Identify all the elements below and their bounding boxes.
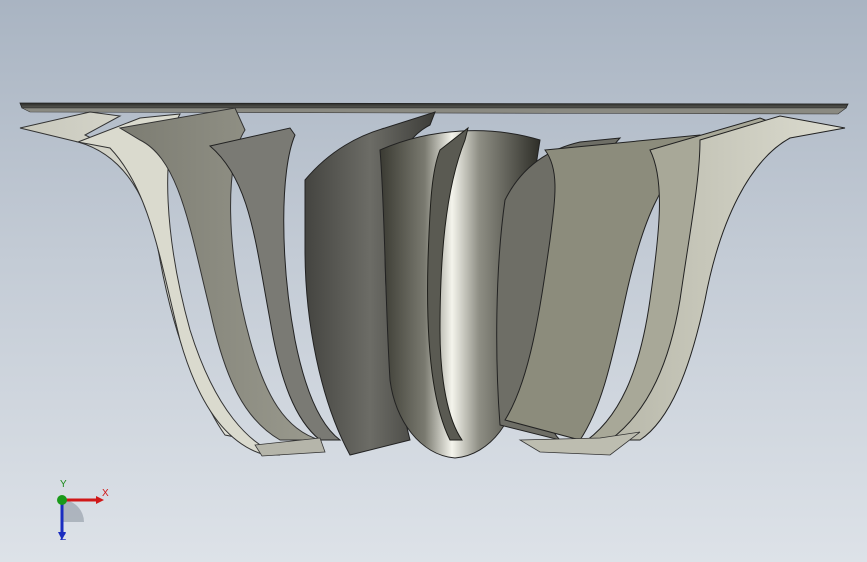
graphics-viewport[interactable]: X Y Z: [0, 0, 867, 562]
shroud-plate: [19, 102, 849, 109]
blade-tip-left: [254, 437, 326, 457]
axis-y-label: Y: [60, 479, 67, 490]
axis-z-label: Z: [60, 532, 67, 543]
axis-x-label: X: [102, 488, 109, 499]
coordinate-triad: X Y Z: [40, 480, 120, 550]
impeller-model[interactable]: [0, 0, 867, 562]
